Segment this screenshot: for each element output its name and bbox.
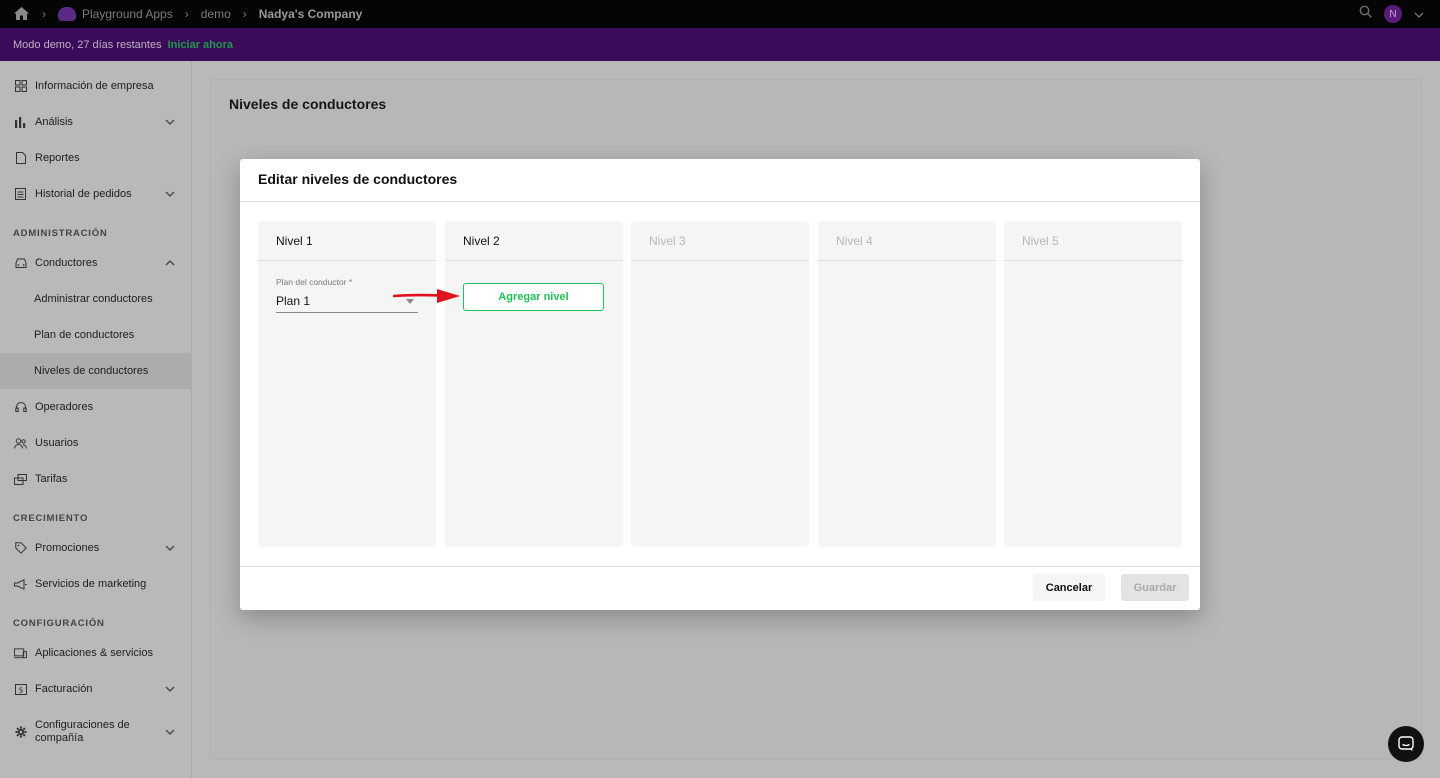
top-bar: › Playground Apps › demo › Nadya's Compa… [0, 0, 1440, 28]
sidebar-item-tariffs[interactable]: Tarifas [0, 461, 192, 497]
chevron-down-icon [165, 729, 175, 735]
sidebar-item-label: Configuraciones de compañía [35, 719, 130, 744]
search-icon[interactable] [1359, 5, 1372, 23]
users-icon [14, 437, 27, 450]
chevron-up-icon [165, 260, 175, 266]
sidebar-item-label: Usuarios [35, 437, 79, 449]
sidebar-item-users[interactable]: Usuarios [0, 425, 192, 461]
sidebar-item-driver-plan[interactable]: Plan de conductores [0, 317, 192, 353]
tab-level-5: Nivel 5 [1004, 221, 1182, 261]
sidebar-item-order-history[interactable]: Historial de pedidos [0, 176, 192, 212]
svg-text:$: $ [18, 685, 23, 694]
sidebar-item-driver-levels[interactable]: Niveles de conductores [0, 353, 192, 389]
sidebar-item-label: Niveles de conductores [34, 365, 149, 377]
add-level-button[interactable]: Agregar nivel [463, 283, 604, 311]
chevron-right-icon: › [242, 7, 247, 21]
tag-icon [14, 542, 27, 555]
breadcrumb-item-app[interactable]: Playground Apps [82, 7, 173, 21]
sidebar-item-billing[interactable]: $ Facturación [0, 671, 192, 707]
sidebar-item-reports[interactable]: Reportes [0, 140, 192, 176]
sidebar-item-drivers[interactable]: Conductores [0, 245, 192, 281]
edit-driver-levels-modal: Editar niveles de conductores Nivel 1 Pl… [240, 159, 1200, 610]
sidebar-item-company-info[interactable]: Información de empresa [0, 68, 192, 104]
chevron-down-icon [165, 686, 175, 692]
chevron-down-icon [165, 191, 175, 197]
company-logo [58, 7, 76, 21]
sidebar-item-label: Información de empresa [35, 80, 154, 92]
bar-chart-icon [14, 116, 27, 129]
sidebar-item-label: Operadores [35, 401, 94, 413]
divider [240, 566, 1200, 567]
sidebar-item-label: Tarifas [35, 473, 68, 485]
modal-title: Editar niveles de conductores [258, 171, 458, 187]
breadcrumb: › Playground Apps › demo › Nadya's Compa… [14, 7, 362, 21]
plan-select-value: Plan 1 [276, 294, 311, 308]
tab-level-2[interactable]: Nivel 2 [445, 221, 623, 261]
tab-level-4: Nivel 4 [818, 221, 996, 261]
tab-level-1[interactable]: Nivel 1 [258, 221, 436, 261]
sidebar-item-label: Administrar conductores [34, 293, 153, 305]
chevron-right-icon: › [184, 7, 189, 21]
sidebar-item-label: Aplicaciones & servicios [35, 647, 153, 659]
home-icon[interactable] [14, 7, 30, 21]
sidebar-item-promotions[interactable]: Promociones [0, 530, 192, 566]
chevron-down-icon [165, 119, 175, 125]
headset-icon [14, 401, 27, 414]
avatar[interactable]: N [1384, 5, 1402, 23]
sidebar-item-company-settings[interactable]: Configuraciones de compañía [0, 712, 192, 752]
save-button[interactable]: Guardar [1121, 574, 1189, 601]
sidebar-item-analytics[interactable]: Análisis [0, 104, 192, 140]
chat-support-button[interactable] [1388, 726, 1424, 762]
section-label-config: CONFIGURACIÓN [13, 618, 105, 629]
chat-icon [1398, 736, 1414, 751]
sidebar-item-marketing[interactable]: Servicios de marketing [0, 566, 192, 602]
start-now-link[interactable]: Iniciar ahora [168, 39, 233, 51]
breadcrumb-item-company[interactable]: Nadya's Company [259, 7, 363, 21]
level-column-2: Nivel 2 Agregar nivel [445, 221, 623, 547]
sidebar-item-label: Servicios de marketing [35, 578, 147, 590]
chevron-down-icon [165, 545, 175, 551]
breadcrumb-item-env[interactable]: demo [201, 7, 231, 21]
section-label-growth: CRECIMIENTO [13, 513, 89, 524]
demo-banner: Modo demo, 27 días restantes Iniciar aho… [0, 28, 1440, 61]
megaphone-icon [14, 578, 27, 591]
sidebar-item-label: Conductores [35, 257, 98, 269]
sidebar-item-manage-drivers[interactable]: Administrar conductores [0, 281, 192, 317]
car-icon [14, 257, 27, 270]
billing-icon: $ [14, 683, 27, 696]
sidebar: Información de empresa Análisis Reportes… [0, 61, 192, 778]
plan-field-label: Plan del conductor * [276, 277, 353, 287]
level-column-4: Nivel 4 [818, 221, 996, 547]
sidebar-item-apps-services[interactable]: Aplicaciones & servicios [0, 635, 192, 671]
sidebar-item-label: Historial de pedidos [35, 188, 132, 200]
sidebar-item-label: Facturación [35, 683, 93, 695]
level-column-3: Nivel 3 [631, 221, 809, 547]
section-label-admin: ADMINISTRACIÓN [13, 228, 108, 239]
tab-level-3: Nivel 3 [631, 221, 809, 261]
sidebar-item-label: Reportes [35, 152, 80, 164]
sidebar-item-operators[interactable]: Operadores [0, 389, 192, 425]
divider [240, 201, 1200, 202]
devices-icon [14, 647, 27, 660]
sidebar-item-label: Análisis [35, 116, 73, 128]
document-icon [14, 152, 27, 165]
tariff-icon [14, 473, 27, 486]
chevron-right-icon: › [42, 7, 46, 21]
level-column-1: Nivel 1 Plan del conductor * Plan 1 [258, 221, 436, 547]
list-icon [14, 188, 27, 201]
page-title: Niveles de conductores [229, 96, 387, 112]
level-column-5: Nivel 5 [1004, 221, 1182, 547]
chevron-down-icon[interactable] [1414, 5, 1424, 23]
cancel-button[interactable]: Cancelar [1033, 574, 1105, 601]
demo-banner-text: Modo demo, 27 días restantes [13, 38, 162, 51]
gear-icon [14, 726, 27, 739]
sidebar-item-label: Promociones [35, 542, 100, 554]
annotation-arrow-icon [393, 289, 460, 303]
grid-icon [14, 80, 27, 93]
sidebar-item-label: Plan de conductores [34, 329, 135, 341]
